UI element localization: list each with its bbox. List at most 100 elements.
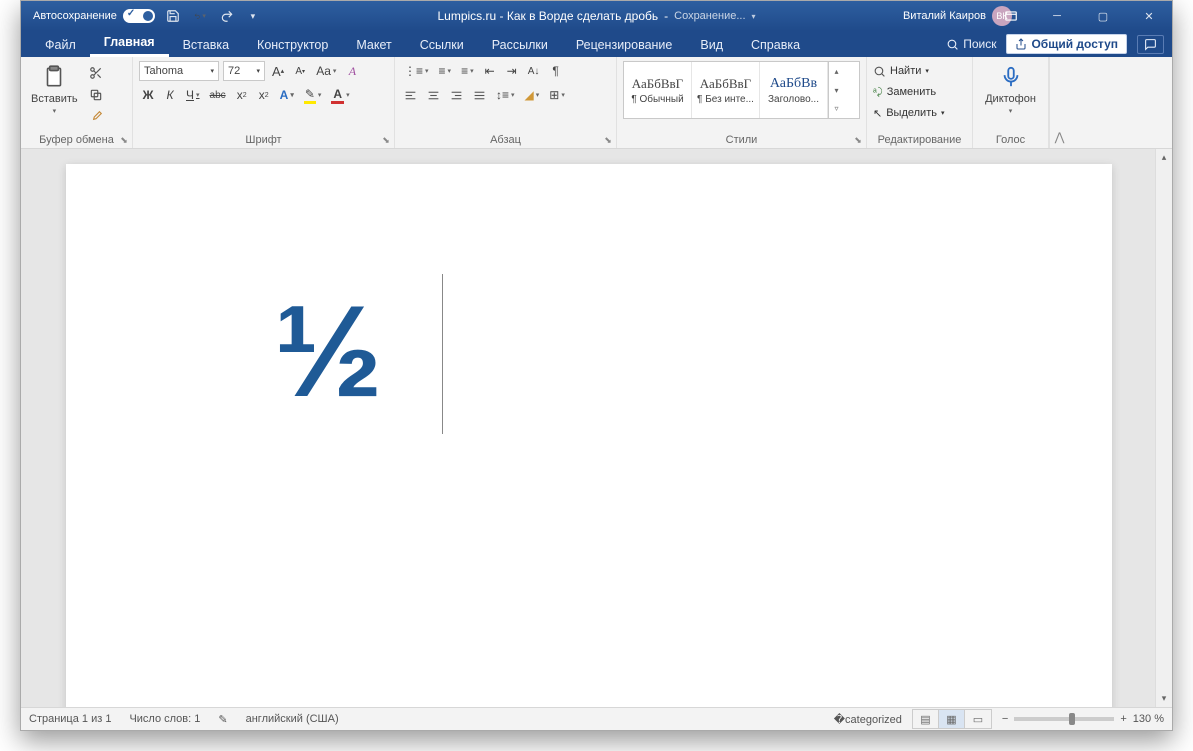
decrease-indent-button[interactable]: ⇤ bbox=[481, 61, 499, 81]
tab-insert[interactable]: Вставка bbox=[169, 34, 243, 57]
select-button[interactable]: ↖Выделить▾ bbox=[873, 103, 966, 123]
redo-icon[interactable] bbox=[219, 8, 235, 24]
bullets-button[interactable]: ⋮≡ bbox=[401, 61, 432, 81]
clear-formatting-button[interactable]: A bbox=[343, 61, 361, 81]
page-indicator[interactable]: Страница 1 из 1 bbox=[29, 713, 111, 725]
font-name-combo[interactable]: Tahoma▾ bbox=[139, 61, 219, 81]
tab-view[interactable]: Вид bbox=[686, 34, 737, 57]
scroll-up-icon[interactable]: ▴ bbox=[1156, 149, 1172, 166]
italic-button[interactable]: К bbox=[161, 85, 179, 105]
increase-indent-button[interactable]: ⇥ bbox=[503, 61, 521, 81]
format-painter-button[interactable] bbox=[86, 107, 106, 127]
sort-icon: A↓ bbox=[528, 66, 540, 77]
dictate-button[interactable]: Диктофон ▾ bbox=[979, 61, 1042, 117]
display-settings-icon[interactable]: �categorized bbox=[834, 713, 902, 726]
zoom-slider[interactable] bbox=[1014, 717, 1114, 721]
ribbon-display-options-icon[interactable] bbox=[988, 1, 1034, 31]
paste-button[interactable]: Вставить ▾ bbox=[27, 61, 82, 117]
view-print-button[interactable]: ▦ bbox=[939, 710, 965, 728]
undo-icon[interactable] bbox=[191, 6, 209, 26]
style-nospacing[interactable]: АаБбВвГ¶ Без инте... bbox=[692, 62, 760, 118]
tab-file[interactable]: Файл bbox=[31, 34, 90, 57]
shading-button[interactable]: ◢ bbox=[522, 85, 543, 105]
group-label-clipboard: Буфер обмена bbox=[27, 132, 126, 146]
tab-layout[interactable]: Макет bbox=[342, 34, 405, 57]
zoom-out-button[interactable]: − bbox=[1002, 713, 1008, 725]
minimize-button[interactable]: ─ bbox=[1034, 1, 1080, 31]
replace-button[interactable]: ᵃ⤸Заменить bbox=[873, 82, 966, 102]
gallery-down-icon[interactable]: ▾ bbox=[829, 81, 844, 100]
qat-customize-icon[interactable]: ▾ bbox=[245, 8, 261, 24]
save-icon[interactable] bbox=[165, 8, 181, 24]
tab-mailings[interactable]: Рассылки bbox=[478, 34, 562, 57]
font-color-button[interactable]: A bbox=[328, 85, 352, 105]
scroll-down-icon[interactable]: ▾ bbox=[1156, 690, 1172, 707]
group-label-styles: Стили bbox=[623, 132, 860, 146]
copy-icon bbox=[89, 88, 103, 102]
numbering-button[interactable]: ≡ bbox=[436, 61, 455, 81]
borders-icon: ⊞ bbox=[549, 88, 559, 102]
page[interactable]: ½ bbox=[66, 164, 1112, 707]
dialog-launcher-icon[interactable]: ⬊ bbox=[852, 134, 864, 146]
tab-design[interactable]: Конструктор bbox=[243, 34, 342, 57]
vertical-scrollbar[interactable]: ▴ ▾ bbox=[1155, 149, 1172, 707]
dialog-launcher-icon[interactable]: ⬊ bbox=[118, 134, 130, 146]
borders-button[interactable]: ⊞ bbox=[546, 85, 568, 105]
styles-gallery[interactable]: АаБбВвГ¶ Обычный АаБбВвГ¶ Без инте... Аа… bbox=[623, 61, 860, 119]
line-spacing-button[interactable]: ↕≡ bbox=[493, 85, 518, 105]
align-right-button[interactable] bbox=[447, 85, 466, 105]
text-effects-button[interactable]: A bbox=[277, 85, 297, 105]
find-button[interactable]: Найти▾ bbox=[873, 61, 966, 81]
gallery-up-icon[interactable]: ▴ bbox=[829, 62, 844, 81]
subscript-button[interactable]: x2 bbox=[233, 85, 251, 105]
copy-button[interactable] bbox=[86, 85, 106, 105]
collapse-ribbon-button[interactable]: ⋀ bbox=[1049, 57, 1069, 148]
close-button[interactable]: ✕ bbox=[1126, 1, 1172, 31]
line-spacing-icon: ↕≡ bbox=[496, 88, 509, 102]
search-box[interactable]: Поиск bbox=[946, 37, 996, 51]
align-center-icon bbox=[427, 89, 440, 102]
tab-review[interactable]: Рецензирование bbox=[562, 34, 687, 57]
tab-home[interactable]: Главная bbox=[90, 31, 169, 57]
cut-button[interactable] bbox=[86, 63, 106, 83]
share-button[interactable]: Общий доступ bbox=[1006, 34, 1127, 54]
grow-font-button[interactable]: A▴ bbox=[269, 61, 287, 81]
style-normal[interactable]: АаБбВвГ¶ Обычный bbox=[624, 62, 692, 118]
highlight-button[interactable]: ✎ bbox=[301, 85, 325, 105]
show-marks-button[interactable]: ¶ bbox=[547, 61, 565, 81]
tab-references[interactable]: Ссылки bbox=[406, 34, 478, 57]
view-read-button[interactable]: ▤ bbox=[913, 710, 939, 728]
bold-button[interactable]: Ж bbox=[139, 85, 157, 105]
underline-button[interactable]: Ч bbox=[183, 85, 203, 105]
autosave-toggle[interactable]: Автосохранение bbox=[33, 9, 155, 23]
maximize-button[interactable]: ▢ bbox=[1080, 1, 1126, 31]
font-color-icon: A bbox=[331, 87, 344, 104]
zoom-level[interactable]: 130 % bbox=[1133, 713, 1164, 725]
strikethrough-button[interactable]: abc bbox=[207, 85, 229, 105]
style-heading1[interactable]: АаБбВвЗаголово... bbox=[760, 62, 828, 118]
toggle-switch-icon[interactable] bbox=[123, 9, 155, 23]
sort-button[interactable]: A↓ bbox=[525, 61, 543, 81]
change-case-button[interactable]: Aa bbox=[313, 61, 339, 81]
multilevel-button[interactable]: ≡ bbox=[458, 61, 477, 81]
font-size-combo[interactable]: 72▾ bbox=[223, 61, 265, 81]
gallery-more-icon[interactable]: ▿ bbox=[829, 99, 844, 118]
superscript-button[interactable]: x2 bbox=[255, 85, 273, 105]
search-icon bbox=[873, 65, 886, 78]
language-indicator[interactable]: английский (США) bbox=[246, 713, 339, 725]
highlight-icon: ✎ bbox=[304, 87, 316, 104]
shrink-font-button[interactable]: A▾ bbox=[291, 61, 309, 81]
scissors-icon bbox=[89, 66, 103, 80]
dialog-launcher-icon[interactable]: ⬊ bbox=[602, 134, 614, 146]
comments-button[interactable] bbox=[1137, 35, 1164, 54]
tab-help[interactable]: Справка bbox=[737, 34, 814, 57]
dialog-launcher-icon[interactable]: ⬊ bbox=[380, 134, 392, 146]
view-web-button[interactable]: ▭ bbox=[965, 710, 991, 728]
zoom-in-button[interactable]: + bbox=[1120, 713, 1126, 725]
spellcheck-icon[interactable]: ✎ bbox=[218, 713, 227, 726]
align-left-button[interactable] bbox=[401, 85, 420, 105]
comment-icon bbox=[1144, 38, 1157, 51]
word-count[interactable]: Число слов: 1 bbox=[129, 713, 200, 725]
justify-button[interactable] bbox=[470, 85, 489, 105]
align-center-button[interactable] bbox=[424, 85, 443, 105]
